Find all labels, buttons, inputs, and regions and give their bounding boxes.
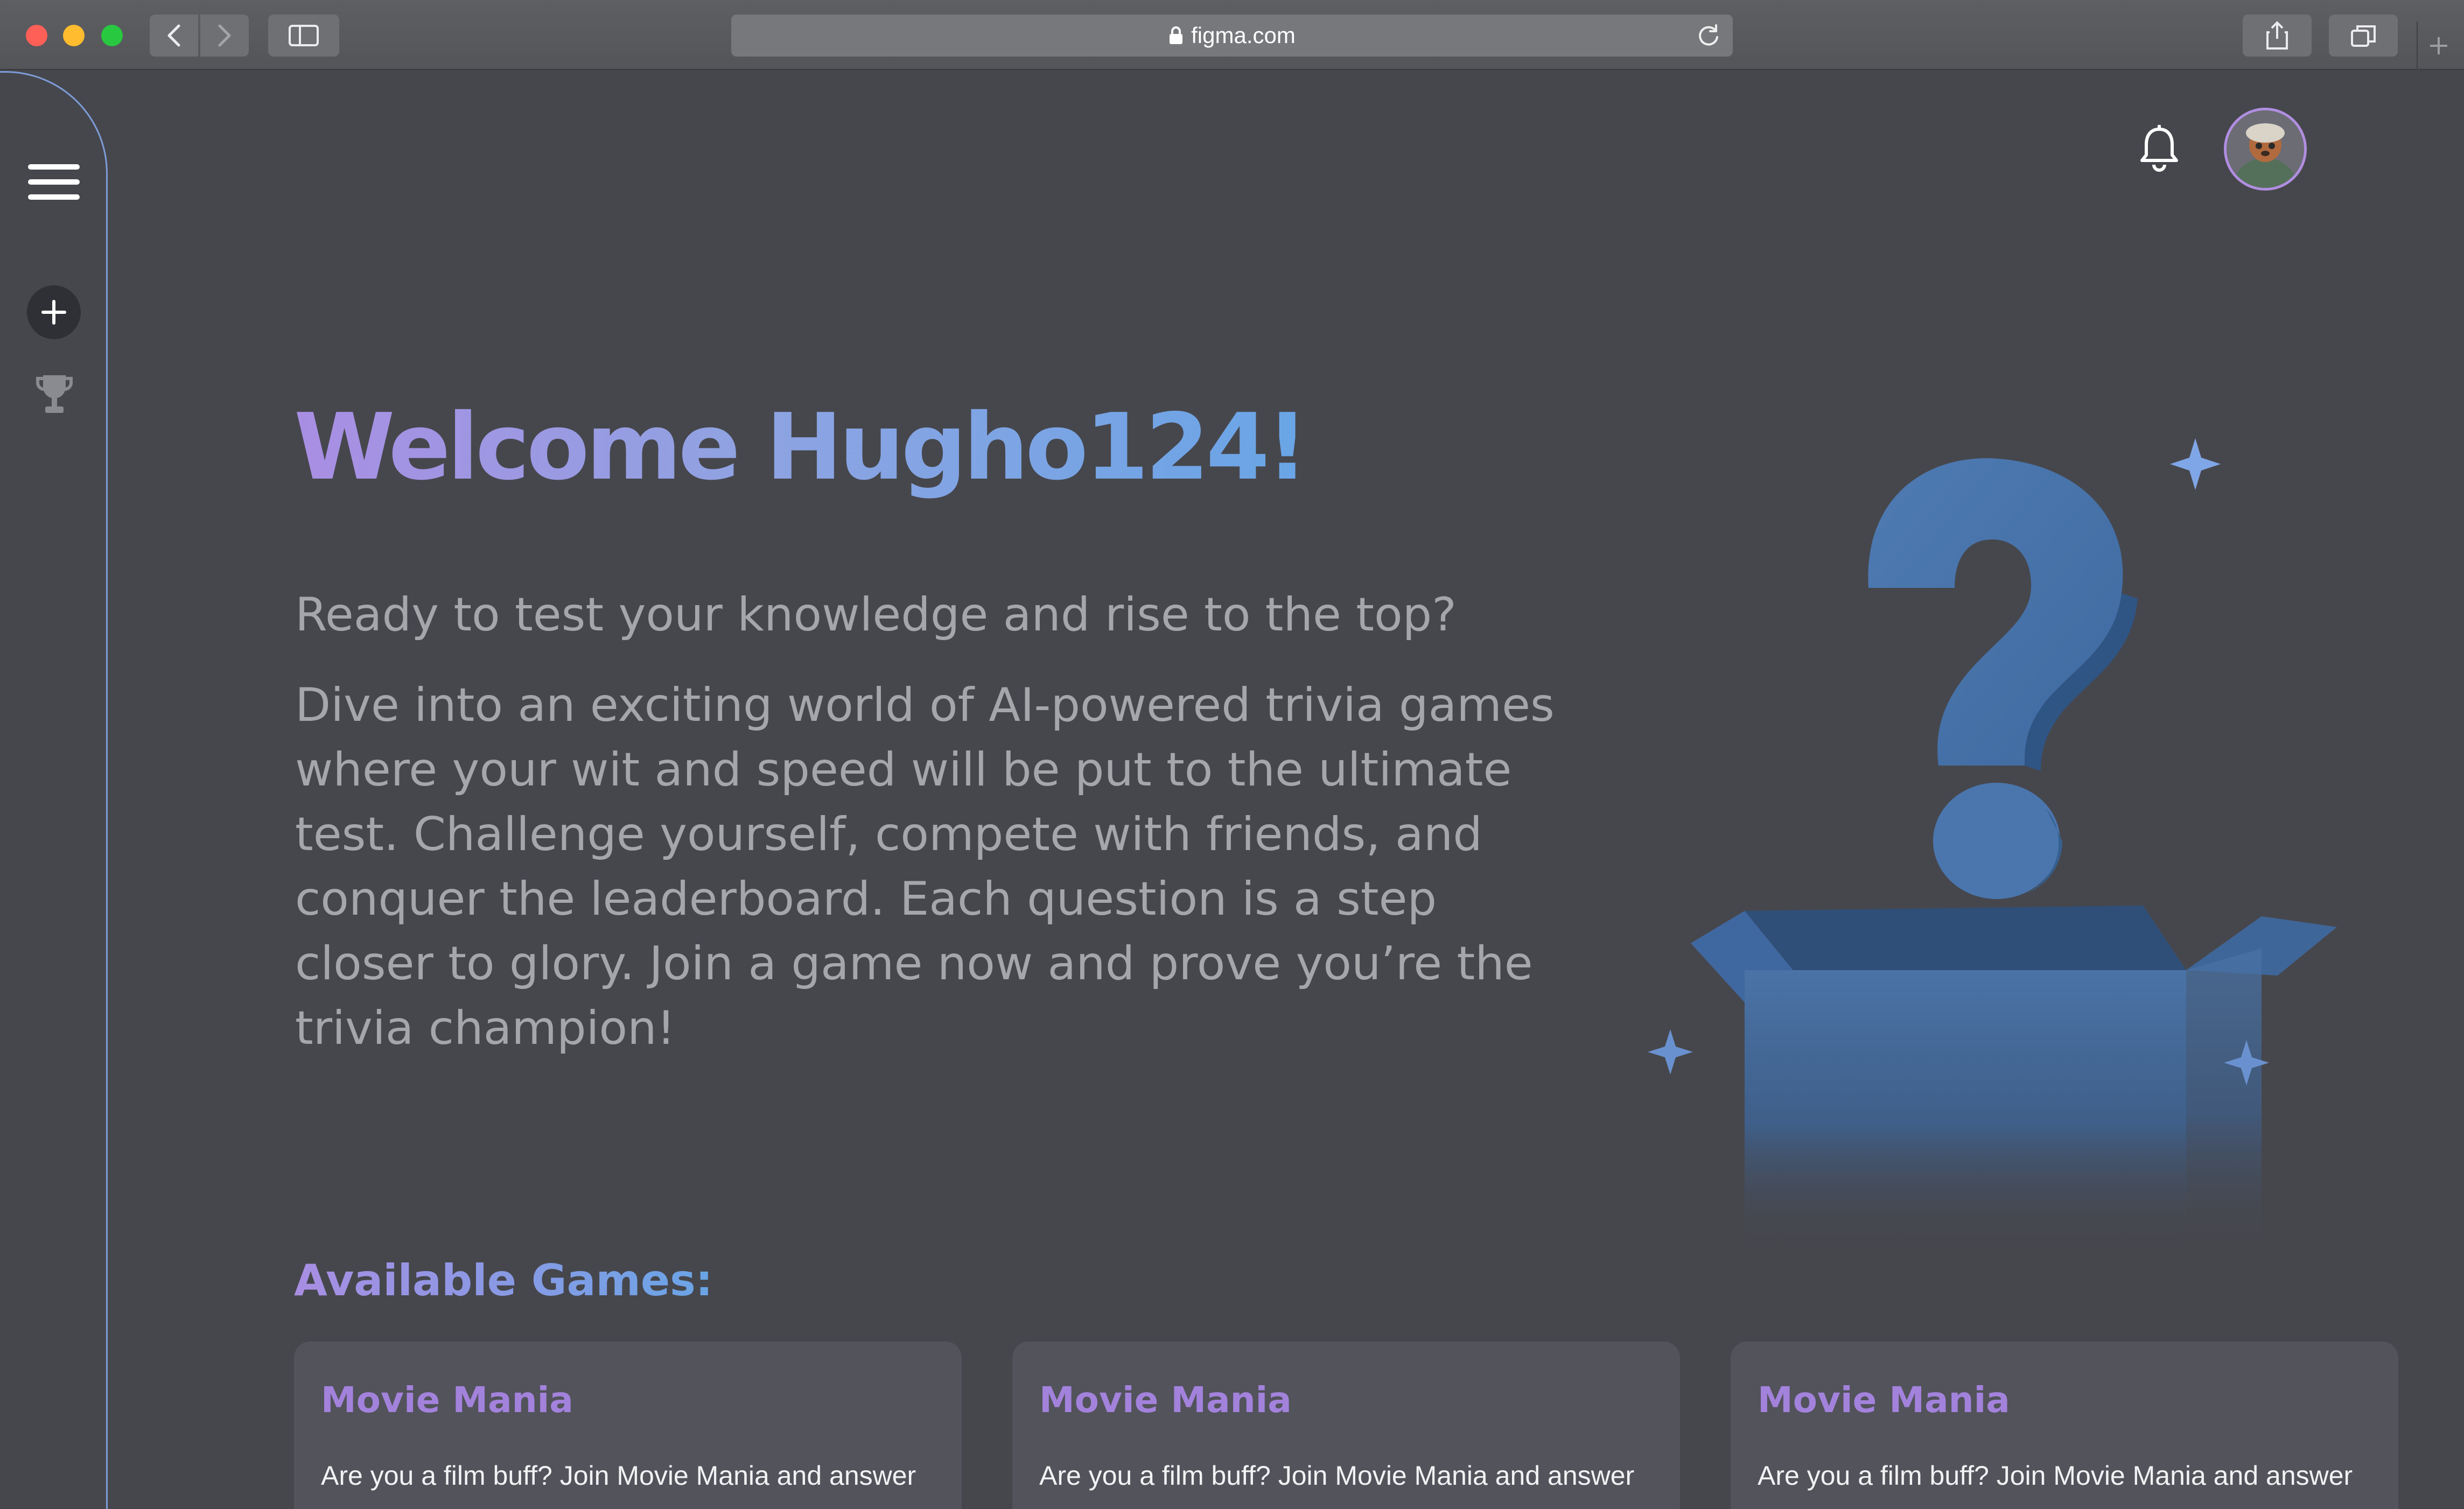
tabs-overview-icon bbox=[2351, 25, 2376, 47]
game-card[interactable]: Movie Mania Are you a film buff? Join Mo… bbox=[1012, 1342, 1680, 1509]
notifications-button[interactable] bbox=[2138, 124, 2181, 173]
game-card-description: Are you a film buff? Join Movie Mania an… bbox=[1039, 1461, 1635, 1491]
sidebar bbox=[0, 71, 108, 1509]
welcome-heading: Welcome Hugho124! bbox=[294, 394, 1308, 501]
available-games-heading: Available Games: bbox=[294, 1255, 713, 1306]
new-tab-button[interactable] bbox=[2417, 22, 2460, 70]
share-icon bbox=[2266, 21, 2288, 50]
game-card-description: Are you a film buff? Join Movie Mania an… bbox=[1758, 1461, 2353, 1491]
hero-description: Dive into an exciting world of AI-powere… bbox=[295, 678, 1555, 1055]
hamburger-icon-line bbox=[28, 179, 80, 185]
plus-icon bbox=[41, 300, 66, 325]
show-tabs-button[interactable] bbox=[2329, 15, 2398, 57]
chevron-right-icon bbox=[218, 24, 231, 47]
game-card-description: Are you a film buff? Join Movie Mania an… bbox=[321, 1461, 916, 1491]
sidebar-toggle-button[interactable] bbox=[268, 15, 339, 57]
browser-titlebar: figma.com bbox=[0, 0, 2464, 70]
back-button[interactable] bbox=[150, 15, 198, 57]
url-text: figma.com bbox=[1191, 23, 1296, 48]
lock-icon bbox=[1168, 26, 1184, 45]
reload-icon[interactable] bbox=[1696, 23, 1721, 53]
hamburger-icon bbox=[28, 164, 80, 170]
chevron-left-icon bbox=[167, 24, 180, 47]
address-bar[interactable]: figma.com bbox=[731, 15, 1733, 57]
share-button[interactable] bbox=[2243, 15, 2312, 57]
leaderboard-button[interactable] bbox=[36, 373, 73, 415]
menu-button[interactable] bbox=[28, 164, 80, 202]
maximize-window-button[interactable] bbox=[101, 25, 123, 46]
create-game-button[interactable] bbox=[27, 285, 81, 339]
hero-subtitle: Ready to test your knowledge and rise to… bbox=[295, 588, 1457, 642]
app-main: Welcome Hugho124! Ready to test your kno… bbox=[0, 71, 2464, 1509]
plus-icon bbox=[2430, 37, 2447, 54]
avatar-image bbox=[2227, 110, 2304, 188]
close-window-button[interactable] bbox=[26, 25, 47, 46]
trophy-icon bbox=[36, 375, 73, 413]
sidebar-icon bbox=[289, 25, 319, 46]
game-card[interactable]: Movie Mania Are you a film buff? Join Mo… bbox=[294, 1342, 962, 1509]
game-card[interactable]: Movie Mania Are you a film buff? Join Mo… bbox=[1731, 1342, 2398, 1509]
game-card-title: Movie Mania bbox=[1039, 1379, 1292, 1421]
minimize-window-button[interactable] bbox=[63, 25, 85, 46]
hamburger-icon-line bbox=[28, 194, 80, 200]
forward-button[interactable] bbox=[200, 15, 249, 57]
user-avatar[interactable] bbox=[2224, 108, 2307, 191]
game-card-title: Movie Mania bbox=[1758, 1379, 2010, 1421]
question-box-illustration bbox=[1648, 438, 2337, 1250]
game-card-title: Movie Mania bbox=[321, 1379, 573, 1421]
bell-icon bbox=[2140, 124, 2178, 172]
